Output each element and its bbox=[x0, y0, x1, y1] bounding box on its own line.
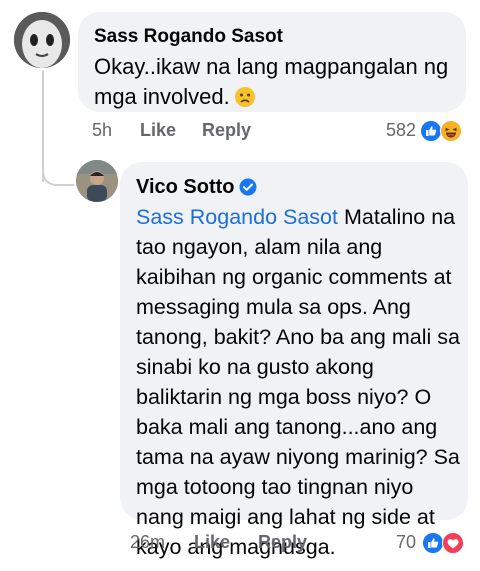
reply-author-name[interactable]: Vico Sotto bbox=[136, 176, 235, 198]
haha-reaction-icon[interactable] bbox=[440, 120, 462, 142]
frowning-face-icon bbox=[234, 87, 255, 107]
like-reaction-icon[interactable] bbox=[422, 532, 444, 554]
comment-text: Okay..ikaw na lang magpangalan ng mga in… bbox=[94, 52, 454, 112]
love-reaction-icon[interactable] bbox=[442, 532, 464, 554]
avatar[interactable] bbox=[76, 160, 118, 202]
avatar[interactable] bbox=[14, 12, 70, 68]
thread-connector bbox=[42, 162, 74, 186]
mention-link[interactable]: Sass Rogando Sasot bbox=[136, 205, 338, 229]
reaction-count[interactable]: 70 bbox=[396, 532, 416, 553]
reply-button[interactable]: Reply bbox=[202, 120, 251, 141]
reply-author[interactable]: Vico Sotto bbox=[136, 176, 257, 199]
comment-text-content: Okay..ikaw na lang magpangalan ng mga in… bbox=[94, 54, 449, 109]
reply-button[interactable]: Reply bbox=[258, 532, 307, 553]
like-button[interactable]: Like bbox=[140, 120, 176, 141]
reply-text: Sass Rogando Sasot Matalino na tao ngayo… bbox=[136, 202, 460, 562]
comment-author[interactable]: Sass Rogando Sasot bbox=[94, 26, 283, 48]
reply-bubble: Vico Sotto Sass Rogando Sasot Matalino n… bbox=[120, 162, 468, 559]
reaction-count[interactable]: 582 bbox=[386, 120, 416, 141]
like-reaction-icon[interactable] bbox=[420, 120, 442, 142]
like-button[interactable]: Like bbox=[194, 532, 230, 553]
comment-time[interactable]: 5h bbox=[92, 120, 112, 141]
comment-bubble: Sass Rogando Sasot Okay..ikaw na lang ma… bbox=[78, 12, 466, 112]
reply-text-content: Matalino na tao ngayon, alam nila ang ka… bbox=[136, 205, 460, 559]
verified-badge-icon bbox=[239, 178, 257, 196]
reply-time[interactable]: 26m bbox=[130, 532, 165, 553]
